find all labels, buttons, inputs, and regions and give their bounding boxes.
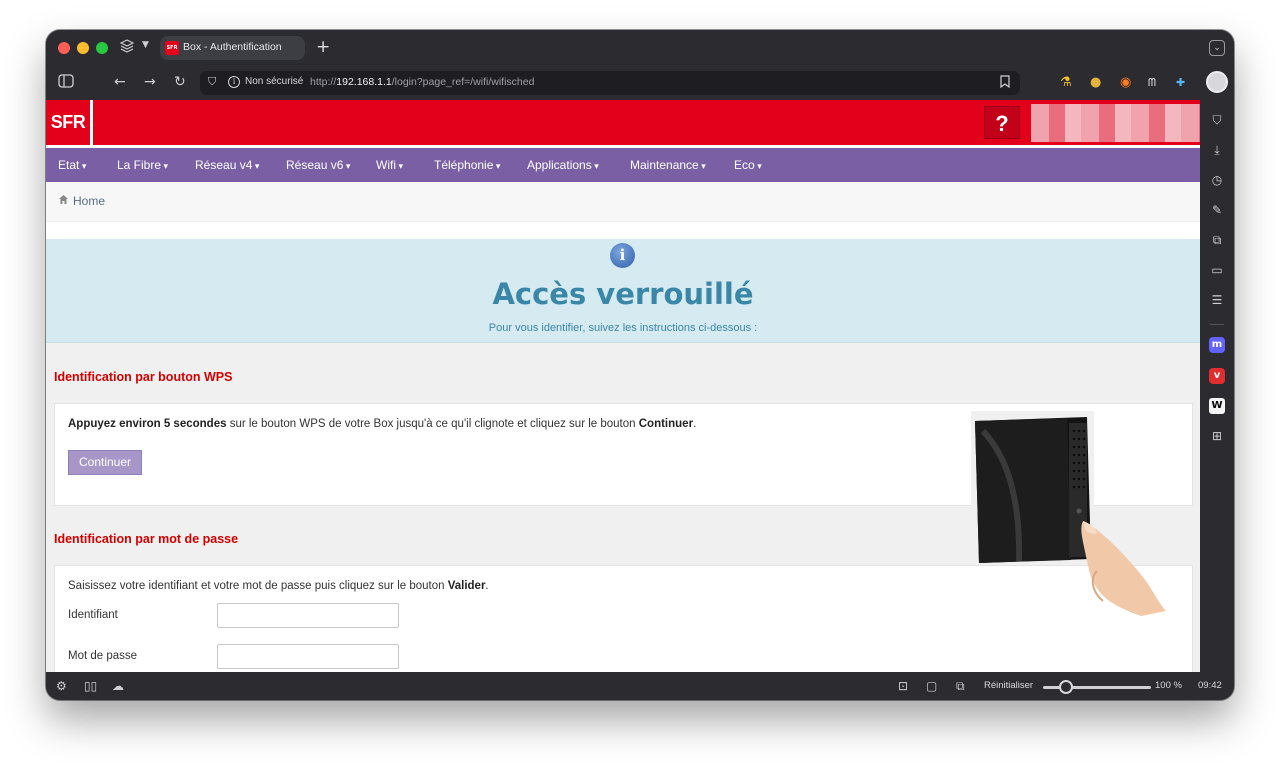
translate-icon[interactable]: ⧉ — [1209, 232, 1225, 248]
page-viewport: SFR ? Etat La Fibre Réseau v4 Réseau v6 … — [46, 100, 1200, 672]
wikipedia-icon[interactable]: W — [1209, 398, 1225, 414]
redacted-info — [1031, 104, 1200, 142]
password-input[interactable] — [217, 644, 399, 669]
sfr-logo[interactable]: SFR — [46, 100, 93, 145]
tab-bar: ▼ SFR Box - Authentification + ⌄ — [46, 30, 1234, 66]
forward-icon[interactable]: → — [144, 74, 156, 90]
security-label[interactable]: Non sécurisé — [245, 76, 303, 87]
vivaldi-icon[interactable]: v — [1209, 368, 1225, 384]
sfr-header: SFR ? — [46, 100, 1200, 145]
capture-icon[interactable]: ⊡ — [898, 679, 908, 693]
home-icon — [58, 194, 69, 208]
browser-window: ▼ SFR Box - Authentification + ⌄ ← → ↻ ⛉… — [46, 30, 1234, 700]
history-icon[interactable]: ◷ — [1209, 172, 1225, 188]
nav-item-eco[interactable]: Eco — [734, 158, 762, 172]
page-subtitle: Pour vous identifier, suivez les instruc… — [488, 322, 758, 334]
puzzle-extension-icon[interactable]: ✚ — [1176, 76, 1185, 89]
bookmarks-panel-icon[interactable]: ⛉ — [1209, 112, 1225, 128]
side-panel-divider — [1210, 324, 1224, 325]
info-icon[interactable]: i — [228, 76, 240, 88]
profile-avatar[interactable] — [1206, 71, 1228, 93]
address-bar: ← → ↻ ⛉ i Non sécurisé http://192.168.1.… — [46, 66, 1234, 100]
breadcrumb-home-link[interactable]: Home — [73, 194, 105, 208]
maximize-window-button[interactable] — [96, 42, 108, 54]
status-bar: ⚙ ▯▯ ☁ ⊡ ▢ ⧉ Réinitialiser 100 % 09:42 — [46, 672, 1234, 700]
main-nav: Etat La Fibre Réseau v4 Réseau v6 Wifi T… — [46, 148, 1200, 182]
downloads-icon[interactable]: ⤓ — [1209, 142, 1225, 158]
password-section-title: Identification par mot de passe — [54, 532, 239, 546]
flask-extension-icon[interactable]: ⚗ — [1060, 75, 1072, 90]
image-toggle-icon[interactable]: ⧉ — [956, 679, 965, 694]
nav-item-maintenance[interactable]: Maintenance — [630, 158, 706, 172]
url-text[interactable]: http://192.168.1.1/login?page_ref=/wifi/… — [310, 76, 534, 88]
help-button[interactable]: ? — [984, 106, 1020, 139]
url-field[interactable]: ⛉ i Non sécurisé http://192.168.1.1/logi… — [200, 71, 1020, 95]
info-icon: i — [610, 243, 635, 268]
breadcrumb: Home — [46, 182, 1200, 222]
spacer — [46, 222, 1200, 239]
reload-icon[interactable]: ↻ — [174, 74, 186, 90]
shield-icon[interactable]: ⛉ — [208, 75, 216, 89]
firefox-extension-icon[interactable]: ◉ — [1120, 75, 1131, 90]
page-title: Accès verrouillé — [492, 277, 754, 311]
browser-side-panel: ⛉ ⤓ ◷ ✎ ⧉ ▭ ☰ m v W ⊞ — [1200, 100, 1234, 672]
cloud-sync-icon[interactable]: ☁ — [112, 679, 124, 693]
page-tiling-icon[interactable]: ▢ — [926, 679, 937, 693]
sfr-box-illustration — [971, 411, 1176, 623]
nav-item-reseau-v4[interactable]: Réseau v4 — [195, 158, 259, 172]
mastodon-icon[interactable]: m — [1209, 337, 1225, 353]
nav-item-reseau-v6[interactable]: Réseau v6 — [286, 158, 350, 172]
nav-item-la-fibre[interactable]: La Fibre — [117, 158, 168, 172]
minimize-window-button[interactable] — [77, 42, 89, 54]
tab-overview-button[interactable]: ⌄ — [1209, 40, 1225, 56]
wps-instructions: Appuyez environ 5 secondes sur le bouton… — [68, 418, 697, 430]
locked-banner: i Accès verrouillé Pour vous identifier,… — [46, 239, 1200, 343]
password-label: Mot de passe — [68, 650, 138, 662]
new-tab-button[interactable]: + — [316, 37, 330, 57]
wps-section-title: Identification par bouton WPS — [54, 370, 233, 384]
zoom-level: 100 % — [1155, 680, 1182, 691]
monkey-extension-icon[interactable]: ● — [1090, 75, 1101, 90]
nav-item-telephonie[interactable]: Téléphonie — [434, 158, 500, 172]
tab-title: Box - Authentification — [183, 41, 282, 53]
reset-zoom-button[interactable]: Réinitialiser — [984, 680, 1033, 691]
continue-button[interactable]: Continuer — [68, 450, 142, 475]
add-panel-icon[interactable]: ⊞ — [1209, 428, 1225, 444]
password-instructions: Saisissez votre identifiant et votre mot… — [68, 580, 489, 592]
clock: 09:42 — [1198, 680, 1222, 691]
frames-extension-icon[interactable]: ᗰ — [1148, 76, 1156, 90]
login-label: Identifiant — [68, 609, 118, 621]
reader-icon[interactable]: ☰ — [1209, 292, 1225, 308]
chevron-down-icon[interactable]: ▼ — [142, 40, 149, 50]
window-icon[interactable]: ▭ — [1209, 262, 1225, 278]
back-icon[interactable]: ← — [114, 74, 126, 90]
tiling-icon[interactable]: ▯▯ — [84, 679, 97, 693]
nav-item-applications[interactable]: Applications — [527, 158, 599, 172]
sfr-favicon-icon: SFR — [165, 41, 179, 55]
notes-icon[interactable]: ✎ — [1209, 202, 1225, 218]
close-window-button[interactable] — [58, 42, 70, 54]
bookmark-icon[interactable] — [1000, 75, 1010, 91]
layers-icon[interactable] — [119, 39, 135, 55]
tab-active[interactable]: SFR Box - Authentification — [160, 36, 305, 60]
login-input[interactable] — [217, 603, 399, 628]
settings-icon[interactable]: ⚙ — [56, 679, 67, 693]
sidebar-toggle-icon[interactable] — [58, 74, 74, 92]
nav-item-wifi[interactable]: Wifi — [376, 158, 403, 172]
nav-item-etat[interactable]: Etat — [58, 158, 86, 172]
zoom-slider-handle[interactable] — [1059, 680, 1073, 694]
